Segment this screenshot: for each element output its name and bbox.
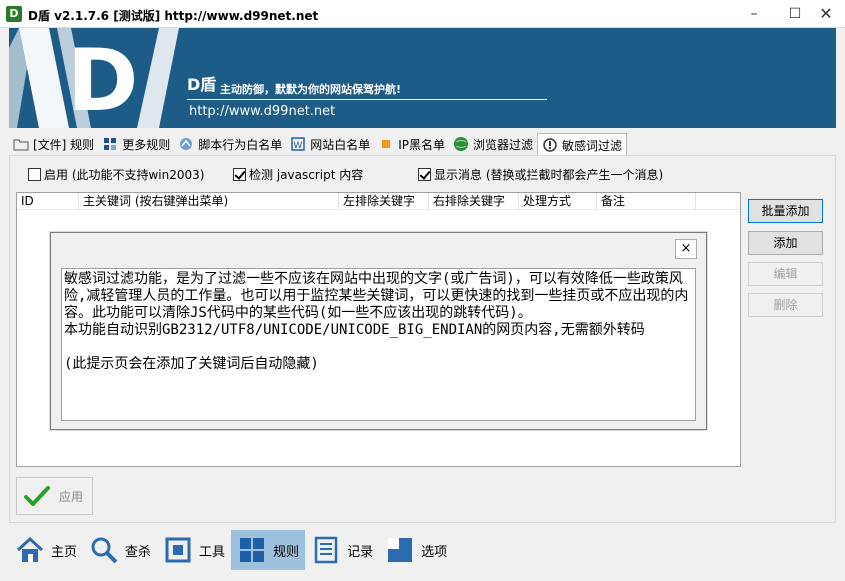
script-icon: [178, 136, 194, 152]
app-icon: D: [6, 6, 22, 22]
column-header[interactable]: 右排除关键字: [429, 193, 519, 210]
tab-sensitive-words[interactable]: 敏感词过滤: [537, 133, 628, 156]
tab-more-rules[interactable]: 更多规则: [98, 133, 174, 155]
title-bar: D D盾 v2.1.7.6 [测试版] http://www.d99net.ne…: [0, 0, 845, 28]
close-button[interactable]: ✕: [809, 0, 843, 28]
website-icon: W: [290, 136, 306, 152]
tab-label: 脚本行为白名单: [198, 137, 283, 152]
log-icon: [311, 535, 341, 565]
enable-checkbox[interactable]: 启用 (此功能不支持win2003): [28, 166, 204, 183]
rule-tabs: [文件] 规则 更多规则 脚本行为白名单 W 网站白名单 IP黑名单 浏览器过滤: [9, 133, 628, 156]
checkbox-box[interactable]: [233, 168, 246, 181]
help-paragraph-2: 本功能自动识别GB2312/UTF8/UNICODE/UNICODE_BIG_E…: [64, 322, 645, 338]
nav-label: 查杀: [125, 544, 152, 560]
banner-divider: [187, 99, 547, 100]
apply-button[interactable]: 应用: [16, 477, 93, 515]
help-blank-line: [64, 339, 693, 356]
show-message-label: 显示消息 (替换或拦截时都会产生一个消息): [434, 168, 664, 182]
tab-script-whitelist[interactable]: 脚本行为白名单: [174, 133, 286, 155]
nav-rules[interactable]: 规则: [231, 530, 306, 570]
batch-add-button[interactable]: 批量添加: [748, 199, 823, 223]
nav-options[interactable]: 选项: [379, 530, 453, 570]
help-text: 敏感词过滤功能，是为了过滤一些不应该在网站中出现的文字(或广告词)，可以有效降低…: [61, 268, 696, 421]
help-close-button[interactable]: ×: [675, 239, 697, 259]
maximize-button[interactable]: ☐: [778, 0, 812, 28]
banner-slogan: 主动防御，默默为你的网站保驾护航!: [220, 83, 402, 96]
checkbox-box[interactable]: [418, 168, 431, 181]
tools-icon: [163, 535, 193, 565]
window-title: D盾 v2.1.7.6 [测试版] http://www.d99net.net: [28, 9, 319, 23]
nav-label: 选项: [421, 544, 448, 560]
tab-ip-blacklist[interactable]: IP黑名单: [374, 133, 449, 155]
minimize-button[interactable]: –: [737, 0, 771, 28]
tab-label: IP黑名单: [398, 137, 446, 152]
banner-brand: D盾: [187, 75, 217, 94]
nav-scan[interactable]: 查杀: [83, 530, 157, 570]
magnifier-icon: [89, 535, 119, 565]
d-shield-logo: D: [9, 28, 179, 128]
column-header[interactable]: 处理方式: [519, 193, 597, 210]
banner: D D盾 主动防御，默默为你的网站保驾护航! http://www.d99net…: [9, 28, 836, 128]
browser-globe-icon: [453, 136, 469, 152]
folder-icon: [13, 136, 29, 152]
tab-website-whitelist[interactable]: W 网站白名单: [286, 133, 374, 155]
tab-label: 浏览器过滤: [473, 137, 534, 152]
enable-label: 启用 (此功能不支持win2003): [44, 168, 205, 182]
tab-label: 敏感词过滤: [562, 138, 623, 153]
edit-button[interactable]: 编辑: [748, 262, 823, 286]
rules-icon: [102, 136, 118, 152]
nav-label: 工具: [199, 544, 226, 560]
ip-block-icon: [378, 136, 394, 152]
nav-label: 规则: [273, 544, 300, 560]
add-button[interactable]: 添加: [748, 231, 823, 255]
nav-log[interactable]: 记录: [305, 530, 379, 570]
svg-text:D: D: [67, 31, 138, 128]
detect-js-label: 检测 javascript 内容: [249, 168, 364, 182]
sensitive-word-icon: [542, 137, 558, 153]
home-icon: [15, 535, 45, 565]
checkmark-icon: [24, 486, 50, 506]
tab-label: [文件] 规则: [33, 137, 95, 152]
column-header[interactable]: 左排除关键字: [339, 193, 429, 210]
tab-label: 更多规则: [122, 137, 171, 152]
nav-label: 记录: [347, 544, 374, 560]
column-header[interactable]: 备注: [597, 193, 696, 210]
apply-label: 应用: [59, 489, 84, 504]
table-header: ID 主关键词 (按右键弹出菜单) 左排除关键字 右排除关键字 处理方式 备注: [17, 193, 740, 210]
help-paragraph-3: (此提示页会在添加了关键词后自动隐藏): [64, 356, 319, 372]
bottom-nav: 主页 查杀 工具 规则 记录 选项: [9, 530, 453, 570]
tab-label: 网站白名单: [310, 137, 371, 152]
column-header[interactable]: ID: [17, 193, 79, 210]
nav-label: 主页: [51, 544, 78, 560]
show-message-checkbox[interactable]: 显示消息 (替换或拦截时都会产生一个消息): [418, 166, 663, 183]
grid-rules-icon: [237, 535, 267, 565]
tab-file-rules[interactable]: [文件] 规则: [9, 133, 98, 155]
options-icon: [385, 535, 415, 565]
nav-tools[interactable]: 工具: [157, 530, 231, 570]
tab-browser-filter[interactable]: 浏览器过滤: [449, 133, 537, 155]
column-header[interactable]: 主关键词 (按右键弹出菜单): [79, 193, 339, 210]
banner-url: http://www.d99net.net: [189, 104, 336, 119]
help-paragraph-1: 敏感词过滤功能，是为了过滤一些不应该在网站中出现的文字(或广告词)，可以有效降低…: [64, 271, 689, 321]
checkbox-box[interactable]: [28, 168, 41, 181]
svg-text:W: W: [294, 141, 303, 151]
delete-button[interactable]: 删除: [748, 293, 823, 317]
nav-home[interactable]: 主页: [9, 530, 83, 570]
detect-js-checkbox[interactable]: 检测 javascript 内容: [233, 166, 363, 183]
